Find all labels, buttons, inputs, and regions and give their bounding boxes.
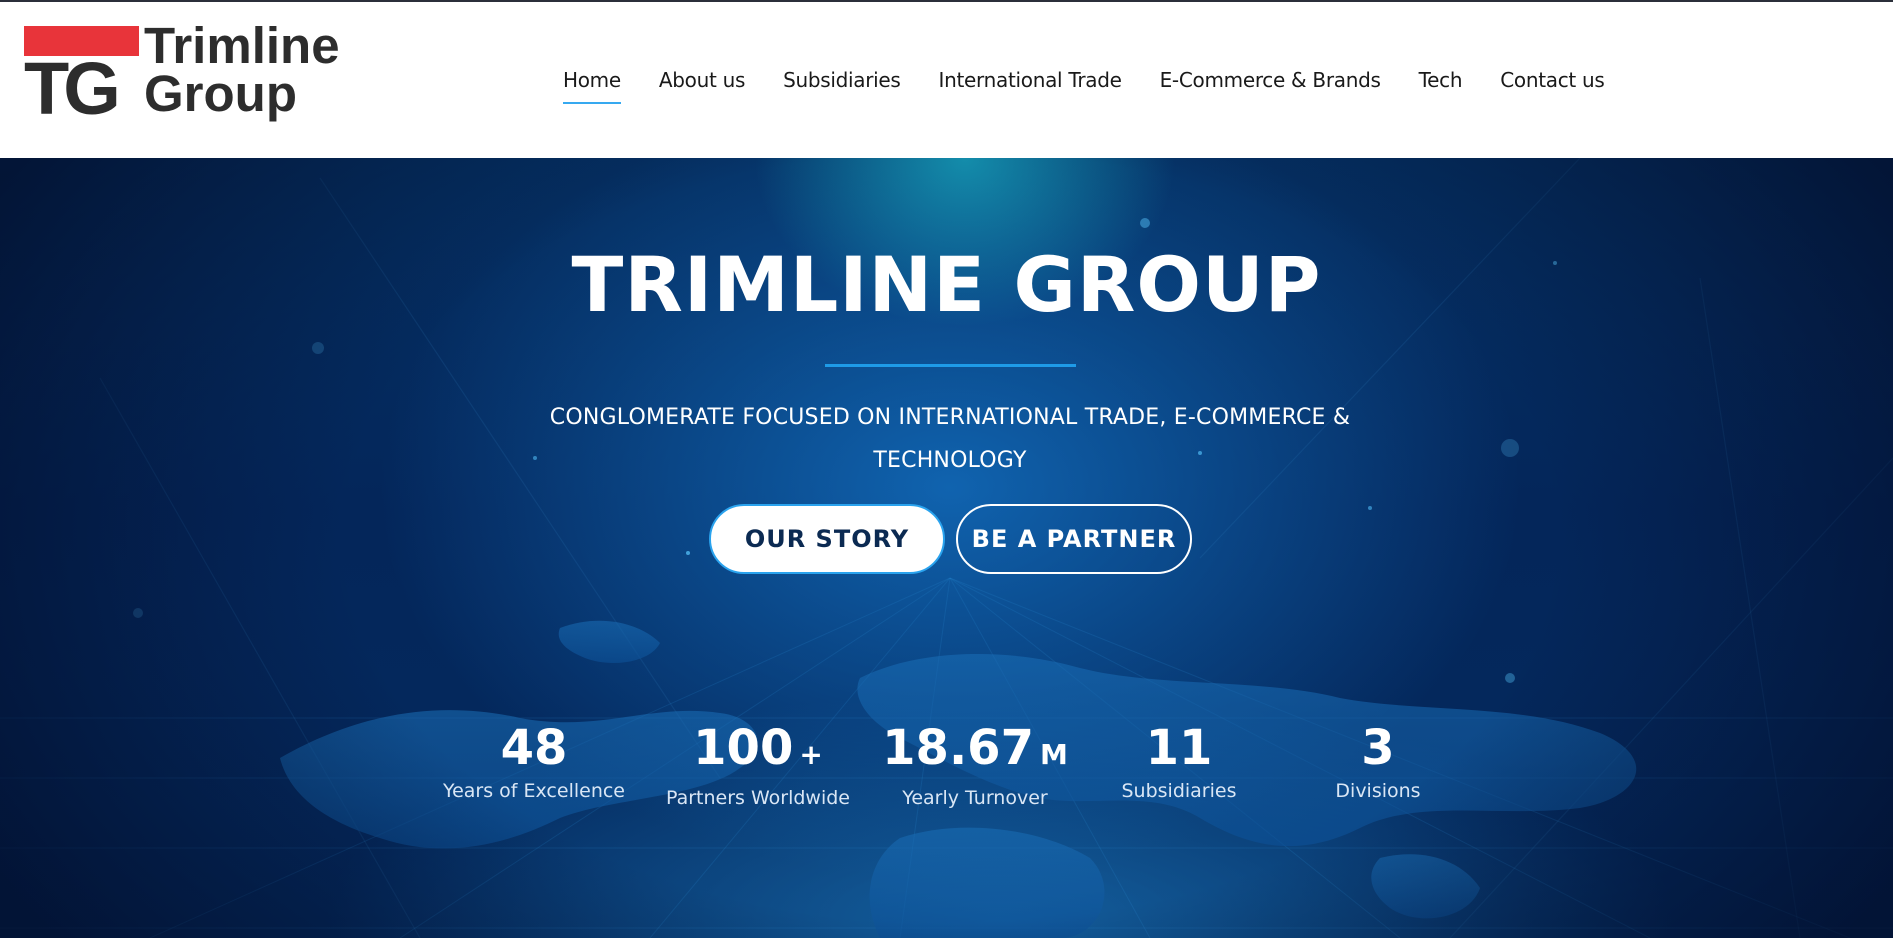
stat-value: 48 — [434, 720, 634, 776]
stat-subsidiaries: 11 Subsidiaries — [1079, 720, 1279, 802]
stat-label: Subsidiaries — [1121, 780, 1237, 802]
hero-subtitle-line2: TECHNOLOGY — [873, 448, 1027, 473]
stat-label: Partners Worldwide — [665, 787, 850, 809]
nav-contact-us[interactable]: Contact us — [1500, 68, 1605, 92]
stat-value: 100 + — [658, 720, 858, 783]
stat-turnover: 18.67 M Yearly Turnover — [875, 720, 1075, 809]
nav-ecommerce-brands[interactable]: E-Commerce & Brands — [1160, 68, 1381, 92]
stat-value: 11 — [1079, 720, 1279, 776]
stat-number: 100 — [693, 720, 794, 776]
stat-value: 3 — [1278, 720, 1478, 776]
stat-number: 18.67 — [882, 720, 1034, 776]
title-divider — [825, 364, 1076, 367]
our-story-button[interactable]: OUR STORY — [709, 504, 945, 574]
stat-years: 48 Years of Excellence — [434, 720, 634, 802]
stat-suffix: M — [1039, 738, 1068, 771]
nav-about-us[interactable]: About us — [659, 68, 745, 92]
stat-value: 18.67 M — [875, 720, 1075, 783]
main-navigation: Home About us Subsidiaries International… — [563, 2, 1643, 158]
hero-section: TRIMLINE GROUP CONGLOMERATE FOCUSED ON I… — [0, 158, 1893, 938]
logo-wordmark: Trimline Group — [144, 17, 340, 122]
hero-title: TRIMLINE GROUP — [571, 240, 1322, 329]
logo-wordmark-line2: Group — [144, 65, 297, 122]
nav-subsidiaries[interactable]: Subsidiaries — [783, 68, 901, 92]
stat-label: Yearly Turnover — [902, 787, 1048, 809]
hero-subtitle-line1: CONGLOMERATE FOCUSED ON INTERNATIONAL TR… — [549, 405, 1351, 430]
logo-wordmark-line1: Trimline — [144, 17, 340, 74]
nav-tech[interactable]: Tech — [1419, 68, 1463, 92]
be-a-partner-button[interactable]: BE A PARTNER — [956, 504, 1192, 574]
stat-number: 3 — [1361, 720, 1395, 776]
stat-number: 48 — [500, 720, 568, 776]
trimline-group-logo[interactable]: TG Trimline Group — [24, 17, 374, 130]
site-header: TG Trimline Group Home About us Subsidia… — [0, 2, 1893, 158]
stat-partners: 100 + Partners Worldwide — [658, 720, 858, 809]
logo-mark: TG — [24, 47, 121, 130]
stat-label: Years of Excellence — [443, 780, 625, 802]
stat-number: 11 — [1145, 720, 1213, 776]
nav-home[interactable]: Home — [563, 68, 621, 104]
nav-international-trade[interactable]: International Trade — [939, 68, 1122, 92]
stat-suffix: + — [799, 738, 823, 771]
hero-subtitle: CONGLOMERATE FOCUSED ON INTERNATIONAL TR… — [510, 396, 1390, 482]
stat-label: Divisions — [1335, 780, 1421, 802]
stat-divisions: 3 Divisions — [1278, 720, 1478, 802]
